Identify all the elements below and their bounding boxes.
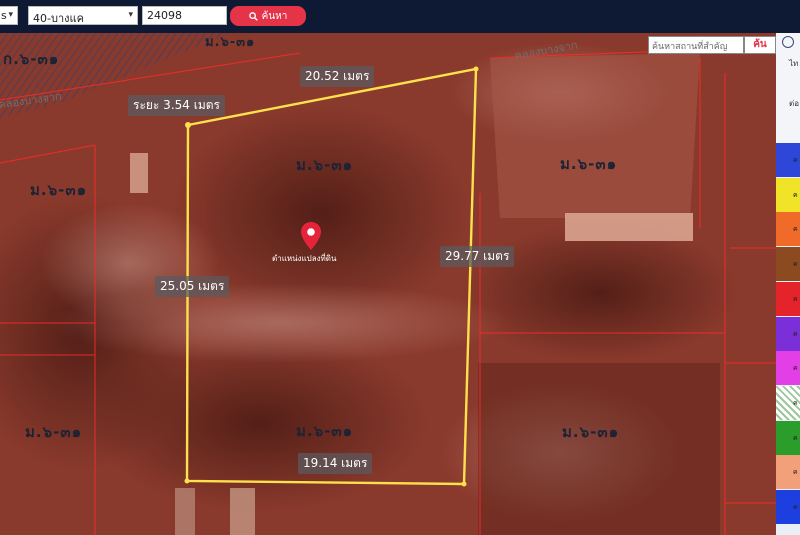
plot-label-southeast: ม.๖-๓๑ bbox=[562, 423, 620, 441]
legend-swatch-label: ค bbox=[793, 503, 798, 511]
legend-swatch-label: ค bbox=[793, 294, 798, 303]
legend-swatch[interactable]: ค bbox=[776, 455, 800, 490]
edge-length-top: 20.52 เมตร bbox=[300, 66, 375, 87]
legend-swatch[interactable]: ค bbox=[776, 143, 800, 177]
legend-swatch-label: ค bbox=[793, 260, 798, 269]
legend-swatch-label: ค bbox=[793, 190, 798, 199]
legend-swatch[interactable]: ค bbox=[776, 212, 800, 247]
legend-swatch[interactable]: ค bbox=[776, 385, 800, 420]
search-button-label: ค้นหา bbox=[261, 10, 288, 22]
province-select-value: s bbox=[1, 9, 7, 22]
legend-swatch-label: ค bbox=[793, 156, 798, 164]
legend-swatch[interactable]: ค bbox=[776, 420, 800, 455]
edge-length-right: 29.77 เมตร bbox=[440, 246, 515, 267]
location-pin-icon[interactable] bbox=[300, 221, 322, 251]
legend-header: ไท ต่อ bbox=[776, 33, 800, 143]
search-icon bbox=[248, 11, 258, 21]
map-view[interactable]: ก.๖-๓๑ ม.๖-๓๑ ม.๖-๓๑ ม.๖-๓๑ ม.๖-๓๑ ม.๖-๓… bbox=[0, 33, 776, 535]
parcel-corner-marker bbox=[473, 66, 479, 72]
legend-swatch[interactable]: ค bbox=[776, 281, 800, 316]
legend-swatch-label: ค bbox=[793, 329, 798, 338]
chevron-down-icon: ▾ bbox=[128, 10, 133, 20]
legend-swatch-label: ค bbox=[793, 468, 798, 477]
edge-length-left: 25.05 เมตร bbox=[155, 276, 230, 297]
top-toolbar: s ▾ 40-บางแค ▾ 24098 ค้นหา bbox=[0, 0, 800, 33]
edge-length-bottom: 19.14 เมตร bbox=[298, 453, 373, 474]
plot-label-east: ม.๖-๓๑ bbox=[560, 155, 618, 173]
legend-swatch-label: ค bbox=[793, 364, 798, 373]
legend-swatch[interactable]: ค bbox=[776, 490, 800, 524]
district-select[interactable]: 40-บางแค ▾ bbox=[28, 6, 138, 25]
province-select[interactable]: s ▾ bbox=[0, 6, 18, 25]
plot-label-center: ม.๖-๓๑ bbox=[296, 156, 354, 174]
distance-label: ระยะ 3.54 เมตร bbox=[128, 95, 225, 116]
plot-label-top-left: ก.๖-๓๑ bbox=[3, 50, 60, 68]
chevron-down-icon: ▾ bbox=[8, 10, 13, 20]
parcel-number-value: 24098 bbox=[147, 9, 182, 22]
legend-swatch[interactable]: ค bbox=[776, 177, 800, 212]
plot-label-south: ม.๖-๓๑ bbox=[296, 422, 354, 440]
legend-header-line-2: ต่อ bbox=[789, 99, 799, 108]
legend-swatch[interactable]: ค bbox=[776, 316, 800, 351]
plot-label-top: ม.๖-๓๑ bbox=[205, 35, 256, 50]
parcel-number-input[interactable]: 24098 bbox=[142, 6, 227, 25]
legend-swatch[interactable]: ค bbox=[776, 247, 800, 282]
layers-icon[interactable] bbox=[782, 36, 794, 48]
place-search-button[interactable]: ค้น bbox=[744, 36, 776, 54]
legend-header-line-1: ไท bbox=[789, 59, 799, 68]
plot-label-southwest: ม.๖-๓๑ bbox=[25, 423, 83, 441]
legend-panel: ไท ต่อ คคคคคคคคคคค bbox=[776, 33, 800, 535]
legend-swatch-label: ค bbox=[793, 433, 798, 442]
place-search-input[interactable]: ค้นหาสถานที่สำคัญ bbox=[648, 36, 744, 54]
plot-label-west: ม.๖-๓๑ bbox=[30, 181, 88, 199]
satellite-map bbox=[0, 33, 776, 535]
parcel-corner-marker bbox=[184, 478, 190, 484]
parcel-corner-marker bbox=[185, 122, 191, 128]
pin-label: ตำแหน่งแปลงที่ดิน bbox=[272, 254, 337, 263]
parcel-corner-marker bbox=[461, 481, 467, 487]
legend-swatch-label: ค bbox=[793, 398, 798, 407]
legend-swatch-label: ค bbox=[793, 225, 798, 234]
search-button[interactable]: ค้นหา bbox=[230, 6, 306, 26]
district-select-value: 40-บางแค bbox=[33, 12, 84, 25]
legend-swatch[interactable]: ค bbox=[776, 351, 800, 386]
